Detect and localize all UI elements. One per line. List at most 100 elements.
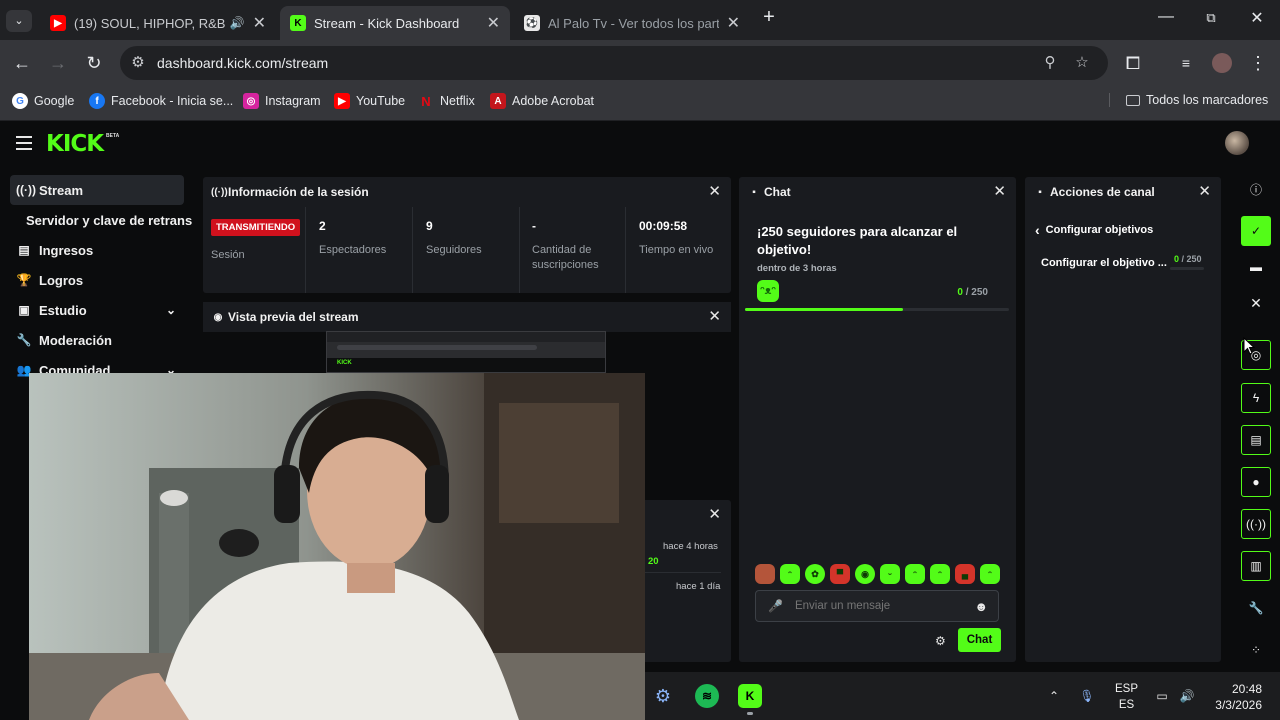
stat-label: Cantidad de suscripciones [532,244,599,271]
emote-icon[interactable]: ◉ [855,564,875,584]
site-info-icon[interactable]: ⚙ [128,53,148,73]
emote-icon[interactable]: ▄ [955,564,975,584]
emote-icon[interactable]: ᵔ [930,564,950,584]
microphone-icon[interactable]: 🎙 [1075,684,1099,708]
close-tab-icon[interactable]: ✕ [253,13,266,33]
facebook-icon: f [89,93,105,109]
lightning-icon[interactable]: ϟ [1241,383,1271,413]
close-icon[interactable]: ✕ [993,184,1006,199]
notes-icon[interactable]: ▤ [1241,425,1271,455]
emote-icon[interactable]: ▀ [830,564,850,584]
speaker-icon[interactable]: 🔊 [230,16,245,30]
sidebar-item-ingresos[interactable]: ▤ Ingresos [10,235,184,265]
broadcast-icon[interactable]: ((·)) [1241,509,1271,539]
menu-icon[interactable]: ⋮ [1246,51,1270,75]
emote-icon[interactable]: ᵕ [880,564,900,584]
trophy-icon: 🏆 [16,273,32,287]
tab-alpalo[interactable]: ⚽ Al Palo Tv - Ver todos los partidos ✕ [514,6,750,40]
chevron-up-icon[interactable]: ⌃ [1042,684,1066,708]
community-icon[interactable]: ⁘ [1241,635,1271,665]
tab-search-button[interactable]: ⌄ [6,10,32,32]
omnibox[interactable]: ⚙ dashboard.kick.com/stream ⚲ ☆ [120,46,1108,80]
new-tab-icon[interactable]: + [754,6,784,30]
bookmark-label: Instagram [265,94,321,108]
all-bookmarks[interactable]: Todos los marcadores [1109,93,1268,107]
close-icon[interactable]: ✕ [1241,288,1271,318]
back-to-goals[interactable]: ‹ Configurar objetivos [1035,222,1153,238]
browser-tabbar: ⌄ ▶ (19) SOUL, HIPHOP, R&B LIVE 🔊 ✕ K St… [0,0,1280,40]
user-avatar[interactable] [1225,131,1249,155]
media-control-icon[interactable]: ≡ [1174,51,1198,75]
bookmark-facebook[interactable]: f Facebook - Inicia se... [89,93,233,109]
network-icon[interactable]: ▭ [1150,684,1174,708]
goal-config-row[interactable]: Configurar el objetivo ... [1041,257,1167,269]
bookmark-instagram[interactable]: ◎ Instagram [243,93,321,109]
wrench-icon[interactable]: 🔧 [1241,593,1271,623]
settings-app-icon[interactable]: ⚙ [651,684,675,708]
sidebar-item-stream[interactable]: ((·)) Stream [10,175,184,205]
actions-icon: ▪ [1038,186,1042,198]
close-icon[interactable]: ✕ [708,507,721,522]
clock[interactable]: 20:48 3/3/2026 [1215,681,1262,713]
bookmark-youtube[interactable]: ▶ YouTube [334,93,405,109]
bookmark-acrobat[interactable]: A Adobe Acrobat [490,93,594,109]
url-text[interactable]: dashboard.kick.com/stream [157,55,328,71]
spotify-icon[interactable]: ≋ [695,684,719,708]
close-icon[interactable]: ✕ [708,309,721,324]
close-window-icon[interactable]: ✕ [1242,8,1272,32]
kick-app-icon[interactable]: K [738,684,762,708]
netflix-icon: N [421,93,431,109]
zoom-icon[interactable]: ⚲ [1040,53,1060,73]
sidebar-item-logros[interactable]: 🏆 Logros [10,265,184,295]
restore-icon[interactable]: ⧉ [1196,10,1226,34]
close-tab-icon[interactable]: ✕ [727,13,740,33]
emote-icon[interactable]: ᵔ [780,564,800,584]
close-icon[interactable]: ✕ [1198,184,1211,199]
chat-settings-icon[interactable]: ⚙ [935,634,946,648]
bookmark-google[interactable]: G Google [12,93,74,109]
volume-icon[interactable]: 🔊 [1175,684,1199,708]
tab-youtube[interactable]: ▶ (19) SOUL, HIPHOP, R&B LIVE 🔊 ✕ [40,6,276,40]
profile-avatar[interactable] [1212,53,1232,73]
beta-label: BETA [106,133,120,139]
chat-send-button[interactable]: Chat [958,628,1001,652]
layout-icon[interactable]: ▬ [1241,252,1271,282]
info-icon[interactable]: ⓘ [1241,174,1271,204]
bookmark-netflix[interactable]: N Netflix [418,93,474,109]
bookmark-star-icon[interactable]: ☆ [1072,53,1092,73]
forward-icon[interactable]: → [46,51,70,75]
kick-logo[interactable]: KICK [46,131,104,157]
bookmark-label: Adobe Acrobat [512,94,595,108]
tab-title: Al Palo Tv - Ver todos los partidos [548,15,719,31]
stat-label: Tiempo en vivo [639,244,714,256]
emote-icon[interactable] [755,564,775,584]
sidebar-item-label: Moderación [39,332,112,348]
emote-icon[interactable]: ✿ [805,564,825,584]
chat-input[interactable] [794,600,965,612]
emote-icon[interactable]: ᵔ [980,564,1000,584]
back-icon[interactable]: ← [10,51,34,75]
stat-value: 00:09:58 [639,219,688,233]
stat-viewers: 2 Espectadores [309,207,413,293]
hamburger-menu-icon[interactable] [16,136,32,150]
check-icon[interactable]: ✓ [1241,216,1271,246]
minimize-icon[interactable]: — [1151,8,1181,32]
emoji-icon[interactable]: ☻ [974,599,988,614]
close-tab-icon[interactable]: ✕ [487,13,500,33]
sidebar-item-moderacion[interactable]: 🔧 Moderación [10,325,184,355]
webcam-feed [29,373,645,720]
preview-thumbnail[interactable]: KICK [326,331,606,373]
emote-icon[interactable]: ᵔ [905,564,925,584]
language-indicator[interactable]: ESP ES [1115,681,1138,713]
tab-kick[interactable]: K Stream - Kick Dashboard ✕ [280,6,510,40]
extensions-icon[interactable]: ⧠ [1121,51,1145,75]
goal-count: 0 / 250 [957,287,988,298]
goal-progress-fill [745,308,904,311]
microphone-icon[interactable]: 🎤 [768,599,783,613]
chat-icon[interactable]: ● [1241,467,1271,497]
sidebar-item-server-key[interactable]: Servidor y clave de retransmisión [20,205,192,235]
close-icon[interactable]: ✕ [708,184,721,199]
activity-icon[interactable]: ▥ [1241,551,1271,581]
reload-icon[interactable]: ↻ [82,51,106,75]
sidebar-item-estudio[interactable]: ▣ Estudio ⌄ [10,295,184,325]
